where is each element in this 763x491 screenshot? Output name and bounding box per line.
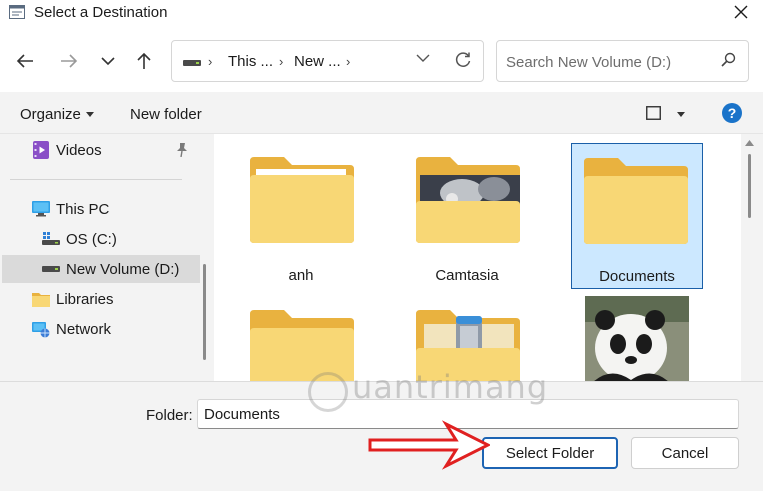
sidebar-item-network[interactable]: Network: [32, 315, 202, 343]
item-label: Documents: [599, 268, 675, 285]
pin-icon[interactable]: [176, 143, 188, 157]
sidebar-scrollbar[interactable]: [203, 264, 206, 360]
folder-label: Folder:: [146, 407, 193, 424]
up-button[interactable]: [131, 48, 157, 74]
folder-item-anh[interactable]: anh: [236, 143, 368, 289]
item-label: anh: [288, 267, 314, 284]
command-bar: Organize New folder ?: [0, 92, 763, 134]
sidebar-item-label: Videos: [56, 141, 102, 159]
view-options-icon[interactable]: [646, 106, 661, 120]
folder-item[interactable]: [236, 296, 368, 381]
sidebar-divider: [10, 179, 182, 180]
videos-icon: [32, 141, 50, 159]
folder-item-camtasia[interactable]: Camtasia: [402, 143, 534, 289]
sidebar-item-label: Libraries: [56, 290, 114, 308]
arrow-right-icon: [61, 54, 78, 68]
caret-down-icon[interactable]: [677, 112, 685, 117]
image-item-panda[interactable]: [571, 296, 703, 381]
cancel-button[interactable]: Cancel: [631, 437, 739, 469]
sidebar-item-os-c[interactable]: OS (C:): [42, 225, 202, 253]
close-button[interactable]: [724, 0, 758, 24]
file-list: anh Camtasia Documents: [214, 134, 741, 381]
chevron-down-icon[interactable]: [416, 53, 430, 63]
breadcrumb-separator-icon: ›: [279, 54, 284, 69]
folder-with-image-icon: [416, 157, 520, 243]
arrow-up-icon: [137, 52, 151, 69]
search-icon[interactable]: [720, 52, 736, 68]
help-button[interactable]: ?: [722, 103, 742, 123]
breadcrumb-separator-icon: ›: [208, 54, 213, 69]
chevron-down-icon: [101, 57, 115, 66]
refresh-icon[interactable]: [454, 51, 472, 69]
watermark-text: uantrimang: [352, 368, 549, 406]
back-button[interactable]: [12, 48, 38, 74]
sidebar-item-this-pc[interactable]: This PC: [32, 195, 202, 223]
recent-locations-button[interactable]: [95, 48, 121, 74]
item-label: Camtasia: [435, 267, 499, 284]
new-folder-button[interactable]: New folder: [130, 106, 202, 123]
scroll-up-icon[interactable]: [745, 140, 754, 146]
sidebar-item-label: This PC: [56, 200, 110, 218]
navigation-pane: Videos This PC OS (C:) New Volume (D:) L…: [0, 134, 210, 381]
dialog-app-icon: [9, 5, 25, 19]
arrow-left-icon: [16, 54, 33, 68]
sidebar-item-label: Network: [56, 320, 112, 338]
search-input[interactable]: [506, 51, 716, 73]
drive-icon: [183, 60, 201, 66]
navigation-bar: › This ... › New ... ›: [0, 26, 763, 92]
organize-button[interactable]: Organize: [20, 106, 81, 123]
sidebar-item-new-volume-d[interactable]: New Volume (D:): [2, 255, 200, 283]
folder-icon: [250, 157, 354, 243]
watermark-logo-icon: [308, 372, 348, 412]
panda-photo-icon: [585, 296, 689, 381]
select-folder-button[interactable]: Select Folder: [482, 437, 618, 469]
folder-item-documents[interactable]: Documents: [571, 143, 703, 289]
folder-icon: [584, 158, 688, 244]
network-icon: [32, 320, 50, 338]
sidebar-item-videos[interactable]: Videos: [32, 136, 192, 164]
annotation-arrow-icon: [368, 420, 490, 470]
search-box[interactable]: [496, 40, 749, 82]
breadcrumb-new-volume[interactable]: New ...: [294, 53, 341, 70]
breadcrumb-this-pc[interactable]: This ...: [228, 53, 273, 70]
drive-icon: [42, 230, 60, 248]
window-title: Select a Destination: [34, 4, 168, 21]
drive-icon: [42, 260, 60, 278]
title-bar: Select a Destination: [0, 0, 763, 26]
library-icon: [32, 290, 50, 308]
folder-icon: [250, 310, 354, 381]
monitor-icon: [32, 200, 50, 218]
content-scrollbar[interactable]: [748, 154, 751, 218]
close-icon: [734, 5, 748, 19]
sidebar-item-label: OS (C:): [66, 230, 117, 248]
address-bar[interactable]: › This ... › New ... ›: [171, 40, 484, 82]
breadcrumb-separator-icon: ›: [346, 54, 351, 69]
forward-button[interactable]: [56, 48, 82, 74]
sidebar-item-libraries[interactable]: Libraries: [32, 285, 202, 313]
sidebar-item-label: New Volume (D:): [66, 260, 180, 278]
caret-down-icon[interactable]: [86, 112, 94, 117]
